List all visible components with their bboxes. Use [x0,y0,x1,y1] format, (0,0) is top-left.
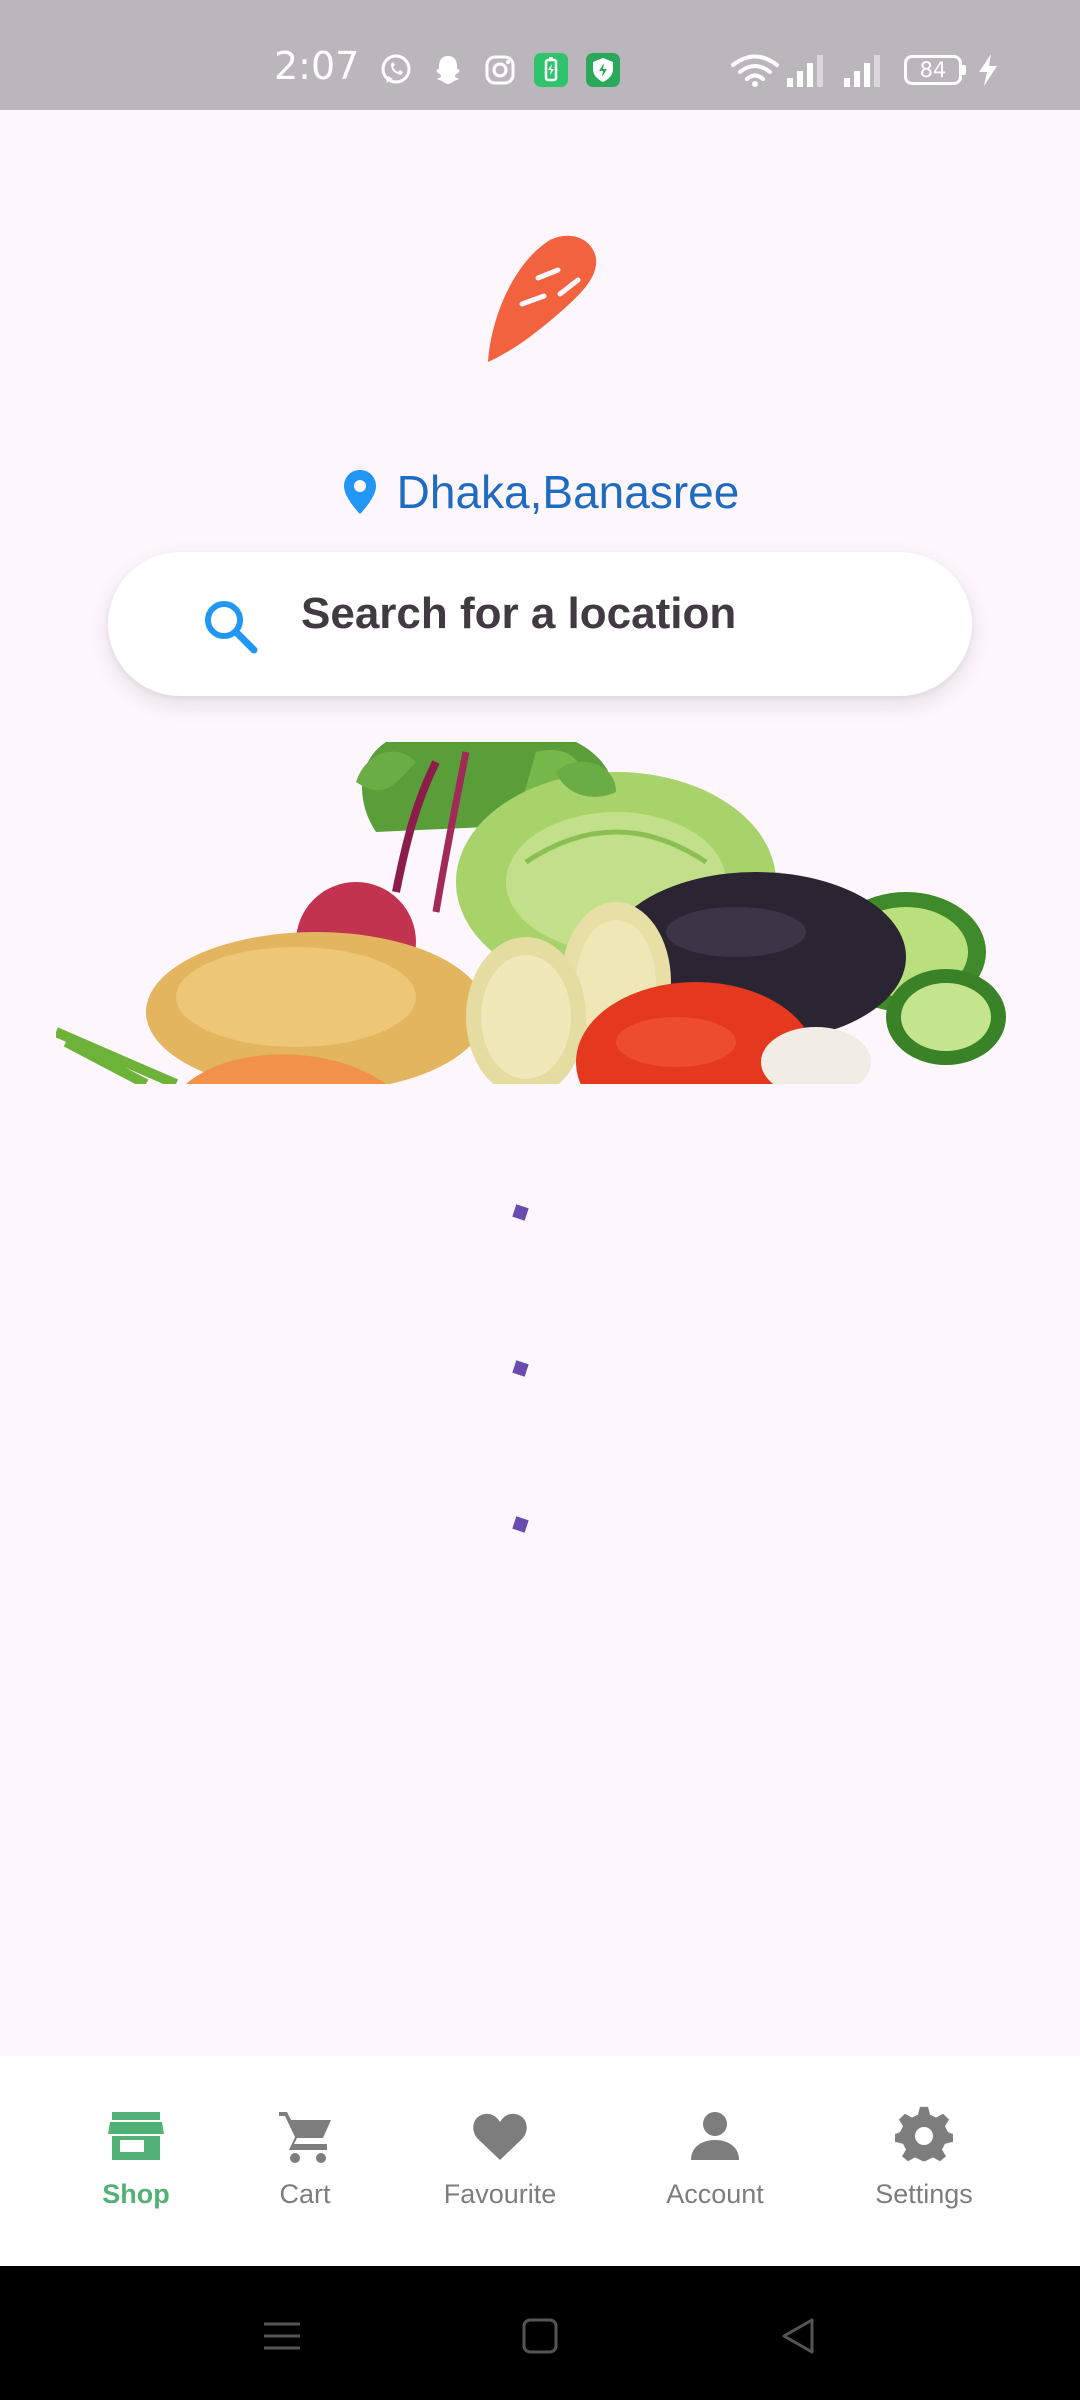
nav-favourite-label: Favourite [443,2179,557,2209]
search-placeholder: Search for a location [301,589,737,638]
nav-shop-label: Shop [102,2179,170,2209]
location-pin-icon [343,470,376,514]
nav-settings-label: Settings [875,2179,973,2209]
wifi-icon [731,54,779,87]
instagram-icon [485,55,515,85]
nav-settings[interactable]: Settings [834,2106,1014,2236]
nav-account[interactable]: Account [625,2106,805,2236]
search-input[interactable]: Search for a location [108,552,972,696]
nav-cart[interactable]: Cart [215,2106,395,2236]
bottom-navigation: Shop Cart Favourite Account Settings [0,2056,1080,2266]
heart-icon [473,2113,527,2160]
carrot-logo [488,235,597,362]
home-icon[interactable] [510,2306,570,2366]
status-bar: 2:07 84 [0,0,1080,110]
menu-icon[interactable] [252,2306,312,2366]
battery-app-icon [534,53,568,87]
status-time: 2:07 [274,44,360,88]
shield-app-icon [586,53,620,87]
nav-cart-label: Cart [279,2179,331,2209]
person-icon [691,2112,739,2160]
gear-icon [895,2106,953,2162]
loading-dot [512,1204,529,1221]
snapchat-icon [436,56,460,84]
vegetables-banner [56,742,1006,1084]
loading-dot [512,1360,529,1377]
signal-icon [844,55,880,87]
system-navigation-bar [0,2266,1080,2400]
nav-shop[interactable]: Shop [46,2106,226,2236]
location-label: Dhaka,Banasree [396,466,740,518]
location-row[interactable]: Dhaka,Banasree [0,460,1080,524]
cart-icon [279,2112,331,2163]
search-icon [205,601,258,654]
loading-dot [512,1516,529,1533]
battery-indicator: 84 [904,55,966,85]
charging-icon [979,54,997,86]
whatsapp-icon [381,54,411,84]
nav-account-label: Account [666,2179,764,2209]
nav-favourite[interactable]: Favourite [410,2106,590,2236]
store-icon [108,2112,164,2160]
back-icon[interactable] [768,2306,828,2366]
signal-icon [787,55,823,87]
